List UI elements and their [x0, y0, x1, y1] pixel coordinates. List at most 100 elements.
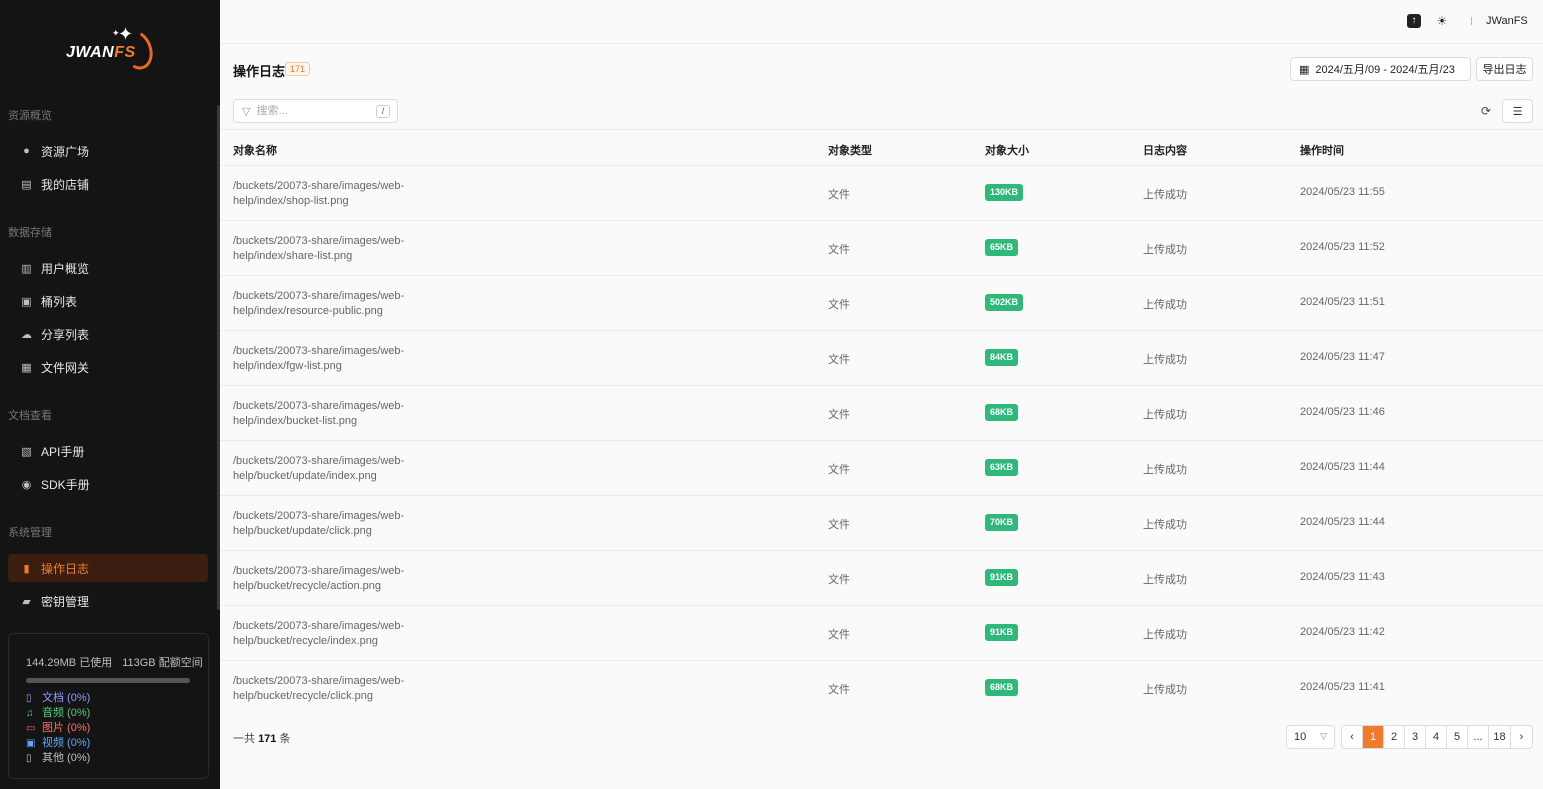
- user-name[interactable]: JWanFS: [1486, 15, 1528, 27]
- operation-time: 2024/05/23 11:42: [1300, 626, 1385, 638]
- object-name: /buckets/20073-share/images/web-help/ind…: [233, 235, 405, 262]
- export-log-button[interactable]: 导出日志: [1476, 57, 1533, 81]
- sidebar-item-key-management[interactable]: ▰ 密钥管理: [8, 587, 208, 615]
- table-row[interactable]: /buckets/20073-share/images/web-help/ind…: [220, 386, 1543, 441]
- object-type: 文件: [828, 629, 850, 641]
- sidebar-item-share-list[interactable]: ☁ 分享列表: [8, 320, 208, 348]
- log-content: 上传成功: [1143, 574, 1187, 586]
- operation-time: 2024/05/23 11:55: [1300, 186, 1385, 198]
- logo[interactable]: ✦ ✦ JWANFS: [60, 24, 160, 74]
- share-icon: ☁: [21, 328, 32, 341]
- sidebar-item-resource-square[interactable]: ● 资源广场: [8, 137, 208, 165]
- sidebar-item-operation-log[interactable]: ▮ 操作日志: [8, 554, 208, 582]
- sliders-icon: ☰: [1512, 105, 1523, 118]
- page-button-5[interactable]: 5: [1447, 726, 1468, 748]
- prev-page-button[interactable]: ‹: [1342, 726, 1363, 748]
- object-type: 文件: [828, 244, 850, 256]
- sidebar-item-api-manual[interactable]: ▧ API手册: [8, 437, 208, 465]
- page-button-1[interactable]: 1: [1363, 726, 1384, 748]
- sidebar-item-bucket-list[interactable]: ▣ 桶列表: [8, 287, 208, 315]
- sidebar-item-user-overview[interactable]: ▥ 用户概览: [8, 254, 208, 282]
- log-content: 上传成功: [1143, 629, 1187, 641]
- object-name: /buckets/20073-share/images/web-help/buc…: [233, 675, 405, 702]
- page-button-3[interactable]: 3: [1405, 726, 1426, 748]
- object-name: /buckets/20073-share/images/web-help/ind…: [233, 180, 405, 207]
- pagination: ‹ 1 2 3 4 5 ... 18 ›: [1341, 725, 1533, 749]
- theme-toggle-icon[interactable]: ☀: [1435, 14, 1449, 28]
- operation-time: 2024/05/23 11:52: [1300, 241, 1385, 253]
- log-content: 上传成功: [1143, 684, 1187, 696]
- sidebar-item-label: 我的店铺: [41, 177, 90, 192]
- operation-time: 2024/05/23 11:44: [1300, 516, 1385, 528]
- object-name: /buckets/20073-share/images/web-help/buc…: [233, 620, 405, 647]
- upload-icon[interactable]: ↑: [1407, 14, 1421, 28]
- object-name: /buckets/20073-share/images/web-help/buc…: [233, 455, 405, 482]
- sidebar-item-label: 文件网关: [41, 360, 90, 375]
- section-title-overview: 资源概览: [8, 110, 52, 122]
- table-row[interactable]: /buckets/20073-share/images/web-help/ind…: [220, 166, 1543, 221]
- column-header-time[interactable]: 操作时间: [1300, 142, 1344, 158]
- sidebar-item-label: 用户概览: [41, 261, 90, 276]
- column-header-log[interactable]: 日志内容: [1143, 142, 1187, 158]
- column-settings-button[interactable]: ☰: [1502, 99, 1533, 123]
- page-button-18[interactable]: 18: [1489, 726, 1511, 748]
- refresh-icon[interactable]: ⟳: [1479, 104, 1493, 118]
- object-type: 文件: [828, 189, 850, 201]
- page-size-select[interactable]: 10 ▽: [1286, 725, 1335, 749]
- chevron-down-icon: ▽: [1320, 731, 1327, 741]
- search-input[interactable]: [256, 105, 367, 117]
- table-row[interactable]: /buckets/20073-share/images/web-help/ind…: [220, 221, 1543, 276]
- next-page-button[interactable]: ›: [1511, 726, 1532, 748]
- logo-text: JWAN: [66, 44, 115, 61]
- search-box[interactable]: ▽ /: [233, 99, 398, 123]
- log-content: 上传成功: [1143, 244, 1187, 256]
- operation-time: 2024/05/23 11:44: [1300, 461, 1385, 473]
- table-row[interactable]: /buckets/20073-share/images/web-help/buc…: [220, 606, 1543, 661]
- size-badge: 502KB: [985, 294, 1024, 311]
- table-row[interactable]: /buckets/20073-share/images/web-help/ind…: [220, 276, 1543, 331]
- sidebar-item-file-gateway[interactable]: ▦ 文件网关: [8, 353, 208, 381]
- count-badge: 171: [285, 62, 311, 76]
- legend-audio: ♫ 音频 (0%): [26, 707, 91, 719]
- object-name: /buckets/20073-share/images/web-help/ind…: [233, 400, 405, 427]
- storage-progress-bar: [26, 678, 190, 683]
- sidebar-item-my-store[interactable]: ▤ 我的店铺: [8, 170, 208, 198]
- column-header-size[interactable]: 对象大小: [985, 142, 1029, 158]
- table-row[interactable]: /buckets/20073-share/images/web-help/buc…: [220, 441, 1543, 496]
- image-icon: ▭: [26, 723, 36, 734]
- operation-time: 2024/05/23 11:47: [1300, 351, 1385, 363]
- table-row[interactable]: /buckets/20073-share/images/web-help/buc…: [220, 661, 1543, 716]
- logo-star-icon: ✦: [118, 24, 134, 44]
- total-number: 171: [258, 733, 277, 745]
- object-type: 文件: [828, 354, 850, 366]
- storage-legend: ▯ 文档 (0%) ♫ 音频 (0%) ▭ 图片 (0%) ▣ 视频 (0%) ▯ 其他 …: [26, 691, 191, 766]
- logo-small-star-icon: ✦: [112, 28, 120, 38]
- music-icon: ♫: [26, 708, 34, 719]
- logo-text-accent: FS: [114, 44, 136, 61]
- table-row[interactable]: /buckets/20073-share/images/web-help/buc…: [220, 496, 1543, 551]
- table-row[interactable]: /buckets/20073-share/images/web-help/ind…: [220, 331, 1543, 386]
- size-badge: 63KB: [985, 459, 1019, 476]
- key-folder-icon: ▰: [22, 595, 31, 608]
- calendar-icon: ▦: [1299, 63, 1310, 76]
- date-range-picker[interactable]: ▦ 2024/五月/09 - 2024/五月/23: [1290, 57, 1471, 81]
- sidebar-item-sdk-manual[interactable]: ◉ SDK手册: [8, 470, 208, 498]
- page-ellipsis[interactable]: ...: [1468, 726, 1489, 748]
- size-badge: 68KB: [985, 679, 1019, 696]
- section-title-docs: 文档查看: [8, 410, 52, 422]
- globe-icon: ●: [23, 145, 30, 157]
- size-badge: 65KB: [985, 239, 1019, 256]
- column-header-name[interactable]: 对象名称: [233, 142, 277, 158]
- sidebar: ✦ ✦ JWANFS 资源概览 ● 资源广场 ▤ 我的店铺 数据存储 ▥ 用户概览 ▣…: [0, 0, 220, 789]
- video-icon: ▣: [26, 738, 36, 749]
- column-header-type[interactable]: 对象类型: [828, 142, 872, 158]
- object-type: 文件: [828, 299, 850, 311]
- page-button-2[interactable]: 2: [1384, 726, 1405, 748]
- operation-time: 2024/05/23 11:43: [1300, 571, 1385, 583]
- page-button-4[interactable]: 4: [1426, 726, 1447, 748]
- sidebar-item-label: 资源广场: [41, 144, 90, 159]
- log-content: 上传成功: [1143, 189, 1187, 201]
- table-row[interactable]: /buckets/20073-share/images/web-help/buc…: [220, 551, 1543, 606]
- search-shortcut-key: /: [376, 105, 390, 118]
- topbar: ↑ ☀ JWanFS: [220, 0, 1543, 44]
